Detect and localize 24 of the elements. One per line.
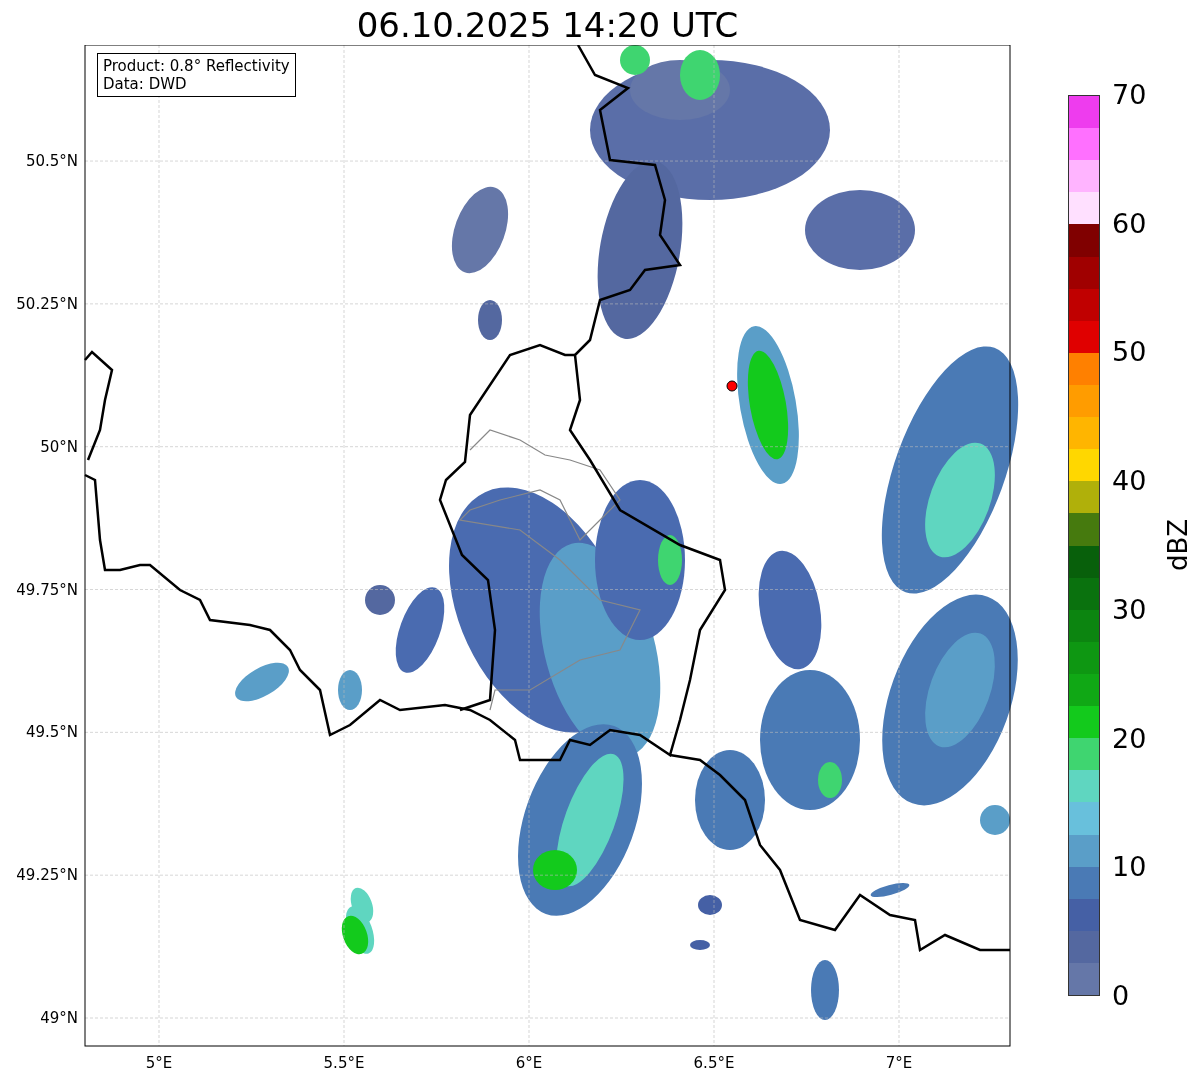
latitude-label: 49°N <box>40 1009 78 1027</box>
latitude-label: 49.75°N <box>16 580 78 599</box>
longitude-label: 7°E <box>885 1054 913 1072</box>
latitude-label: 50°N <box>40 437 78 456</box>
colorbar-tick-label: 0 <box>1112 981 1130 1011</box>
colorbar-tick-label: 40 <box>1112 466 1147 497</box>
colorbar-tick-label: 20 <box>1112 723 1147 754</box>
colorbar-tick-label: 10 <box>1112 852 1147 883</box>
chart-title: 06.10.2025 14:20 UTC <box>356 5 739 45</box>
legend-text: Data: DWD <box>103 75 188 93</box>
colorbar-tick-label: 60 <box>1112 208 1147 239</box>
colorbar-tick-label: 50 <box>1112 337 1147 368</box>
colorbar-tick-label: 30 <box>1112 594 1147 625</box>
longitude-label: 6°E <box>515 1054 543 1072</box>
latitude-label: 50.5°N <box>25 152 78 171</box>
latitude-label: 49.25°N <box>16 866 78 885</box>
longitude-label: 5.5°E <box>323 1054 365 1072</box>
latitude-label: 49.5°N <box>25 723 78 742</box>
longitude-label: 6.5°E <box>693 1054 735 1072</box>
legend-text: Product: 0.8° Reflectivity <box>103 57 290 75</box>
colorbar-label: dBZ <box>1163 518 1194 572</box>
colorbar-tick-label: 70 <box>1112 80 1147 110</box>
longitude-label: 5°E <box>145 1054 173 1072</box>
latitude-label: 50.25°N <box>16 294 78 313</box>
